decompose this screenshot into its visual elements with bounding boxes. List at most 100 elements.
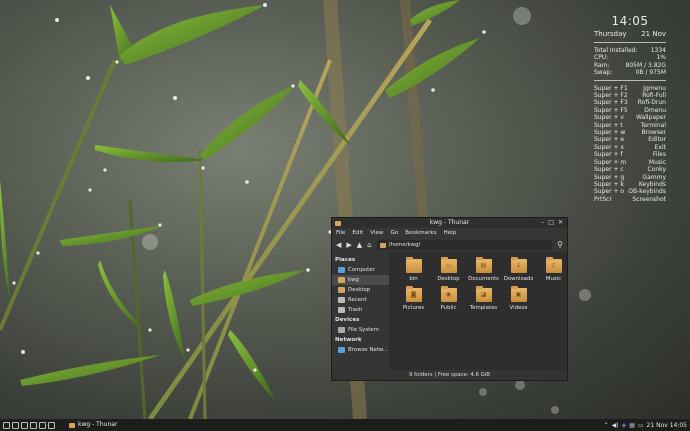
- back-arrow-icon[interactable]: ◀: [336, 238, 341, 252]
- sidebar-section-header: Network: [335, 337, 362, 343]
- keybind-row: Super + o OB-keybinds: [594, 188, 666, 195]
- file-grid: bin ▭ Desktop ▤ Documents ↓ Downloads ♪ Music ◙ Pi…: [396, 257, 571, 311]
- window-title: kwg - Thunar: [429, 219, 470, 226]
- editor-icon[interactable]: [39, 421, 46, 429]
- keybind-key: Super + F3: [594, 99, 628, 107]
- system-tray: ⌃ ◀) ◈ ▤ ▭ 21 Nov 14:05: [604, 422, 690, 429]
- folder-glyph: ◙: [410, 291, 417, 298]
- location-bar[interactable]: /home/kwg/: [376, 240, 553, 250]
- launcher-icons: [0, 421, 55, 429]
- folder-glyph: ↓: [515, 262, 522, 269]
- keybind-key: Super + g: [594, 173, 625, 181]
- keybind-action: Dmenu: [644, 106, 666, 114]
- file-item[interactable]: ◉ Public: [431, 286, 466, 311]
- sidebar-item-browse-netw[interactable]: Browse Netw...: [332, 345, 389, 355]
- forward-arrow-icon[interactable]: ▶: [346, 238, 351, 252]
- terminal-icon[interactable]: [12, 421, 19, 429]
- menu-view[interactable]: View: [370, 230, 383, 236]
- clipboard-icon[interactable]: ▤: [629, 422, 635, 429]
- taskbar-clock[interactable]: 21 Nov 14:05: [647, 422, 687, 429]
- home-icon[interactable]: ⌂: [367, 238, 371, 252]
- file-item[interactable]: ◪ Templates: [466, 286, 501, 311]
- file-item[interactable]: ◙ Pictures: [396, 286, 431, 311]
- stat-value: 1334: [650, 47, 666, 54]
- chevron-up-icon[interactable]: ⌃: [604, 422, 609, 429]
- file-item[interactable]: bin: [396, 257, 431, 282]
- file-view[interactable]: bin ▭ Desktop ▤ Documents ↓ Downloads ♪ Music ◙ Pi…: [389, 252, 567, 370]
- sidebar-item-trash[interactable]: Trash: [332, 305, 389, 315]
- search-icon[interactable]: ⚲: [557, 238, 563, 252]
- network-icon: [338, 347, 345, 353]
- location-path: /home/kwg/: [388, 242, 421, 248]
- keybind-action: Music: [648, 158, 666, 166]
- taskbar: kwg - Thunar ⌃ ◀) ◈ ▤ ▭ 21 Nov 14:05: [0, 419, 690, 431]
- keybind-action: Keybinds: [638, 180, 666, 188]
- keybind-key: Super + m: [594, 158, 627, 166]
- keybind-row: Super + e Editor: [594, 136, 666, 143]
- keybind-key: Super + F2: [594, 92, 628, 100]
- menu-go[interactable]: Go: [391, 230, 399, 236]
- files-icon[interactable]: [21, 421, 28, 429]
- conky-separator: [594, 42, 666, 43]
- browser-icon[interactable]: [30, 421, 37, 429]
- keybind-key: Super + w: [594, 129, 626, 137]
- trash-icon: [338, 307, 345, 313]
- thunar-window[interactable]: kwg - Thunar – □ ✕ File Edit View Go Boo…: [331, 217, 568, 381]
- keybind-action: Jgmenu: [643, 84, 666, 92]
- keybind-key: Super + F1: [594, 84, 628, 92]
- keybind-action: Rofi-Drun: [637, 99, 666, 107]
- sidebar-item-file-system[interactable]: File System: [332, 325, 389, 335]
- keybind-key: Super + t: [594, 121, 623, 129]
- menu-help[interactable]: Help: [444, 230, 457, 236]
- file-item[interactable]: ▣ Videos: [501, 286, 536, 311]
- keybind-row: Super + w Browser: [594, 129, 666, 136]
- sidebar-item-label: File System: [348, 327, 379, 333]
- keybind-row: Super + F3 Rofi-Drun: [594, 99, 666, 106]
- menu-bookmarks[interactable]: Bookmarks: [405, 230, 436, 236]
- folder-glyph: ♪: [551, 262, 556, 269]
- taskbar-item-thunar[interactable]: kwg - Thunar: [65, 419, 121, 431]
- folder-glyph: ▤: [480, 262, 487, 269]
- keybind-action: Screenshot: [632, 195, 666, 203]
- file-item[interactable]: ↓ Downloads: [501, 257, 536, 282]
- sidebar-item-desktop[interactable]: Desktop: [332, 285, 389, 295]
- sidebar-item-computer[interactable]: Computer: [332, 265, 389, 275]
- folder-glyph: ◪: [480, 291, 487, 298]
- network-icon[interactable]: ◈: [622, 422, 627, 429]
- sidebar-item-kwg[interactable]: kwg: [332, 275, 389, 285]
- file-item[interactable]: ▭ Desktop: [431, 257, 466, 282]
- sidebar-item-label: Recent: [348, 297, 367, 303]
- keybind-key: Super + v: [594, 114, 624, 122]
- menu-edit[interactable]: Edit: [352, 230, 363, 236]
- keybind-row: Super + t Terminal: [594, 122, 666, 129]
- keybind-row: Super + k Keybinds: [594, 181, 666, 188]
- desktop-icon[interactable]: [48, 421, 55, 429]
- conky-date-row: Thursday 21 Nov: [594, 29, 666, 39]
- up-arrow-icon[interactable]: ▲: [357, 238, 362, 252]
- templates-folder-icon: ◪: [475, 286, 492, 302]
- file-item[interactable]: ▤ Documents: [466, 257, 501, 282]
- keybind-action: Exit: [654, 143, 666, 151]
- toolbar: ◀ ▶ ▲ ⌂ /home/kwg/ ⚲: [332, 238, 567, 252]
- conky-stat-row: Total Installed: 1334: [594, 47, 666, 54]
- stat-value: 1%: [656, 54, 666, 62]
- status-bar: 9 folders | Free space: 4.6 GiB: [332, 370, 567, 380]
- downloads-folder-icon: ↓: [510, 257, 527, 273]
- menu-file[interactable]: File: [336, 230, 345, 236]
- menu-icon[interactable]: [3, 421, 10, 429]
- drive-icon: [338, 327, 345, 333]
- folder-icon: [69, 422, 75, 428]
- sidebar-item-label: kwg: [348, 277, 359, 283]
- sidebar-item-recent[interactable]: Recent: [332, 295, 389, 305]
- keybind-action: Conky: [647, 166, 666, 174]
- volume-icon[interactable]: ◀): [612, 422, 619, 429]
- keybind-key: Super + o: [594, 188, 625, 196]
- keybind-key: Super + F5: [594, 106, 628, 114]
- file-item-label: Downloads: [503, 276, 534, 282]
- file-item[interactable]: ♪ Music: [536, 257, 571, 282]
- keybind-action: Gammy: [642, 173, 666, 181]
- window-titlebar[interactable]: kwg - Thunar – □ ✕: [332, 218, 567, 228]
- keybind-row: Super + v Wallpaper: [594, 114, 666, 121]
- battery-icon[interactable]: ▭: [638, 422, 644, 429]
- file-item-label: Videos: [509, 305, 528, 311]
